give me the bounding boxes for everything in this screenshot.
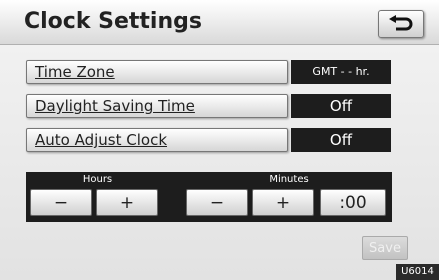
auto-adjust-clock-value: Off [291, 128, 391, 152]
time-adjust-panel: Hours Minutes − + − + :00 [26, 172, 392, 222]
daylight-saving-time-value: Off [291, 94, 391, 118]
image-code-label: U6014 [396, 264, 439, 280]
title-bar: Clock Settings [0, 0, 439, 45]
return-arrow-icon [389, 15, 413, 31]
hours-label: Hours [82, 174, 113, 185]
hours-plus-button[interactable]: + [96, 189, 158, 216]
save-button[interactable]: Save [362, 236, 408, 260]
daylight-saving-time-button[interactable]: Daylight Saving Time [26, 94, 288, 118]
hours-minus-button[interactable]: − [30, 189, 92, 216]
minutes-minus-button[interactable]: − [186, 189, 248, 216]
minutes-label: Minutes [269, 174, 309, 185]
page-title: Clock Settings [24, 9, 202, 34]
minutes-plus-button[interactable]: + [252, 189, 314, 216]
zero-minutes-button[interactable]: :00 [320, 189, 386, 216]
auto-adjust-clock-button[interactable]: Auto Adjust Clock [26, 128, 288, 152]
clock-settings-screen: Clock Settings Time Zone GMT - - hr. Day… [0, 0, 439, 280]
time-zone-value: GMT - - hr. [291, 60, 391, 84]
time-zone-button[interactable]: Time Zone [26, 60, 288, 84]
back-button[interactable] [378, 10, 424, 38]
